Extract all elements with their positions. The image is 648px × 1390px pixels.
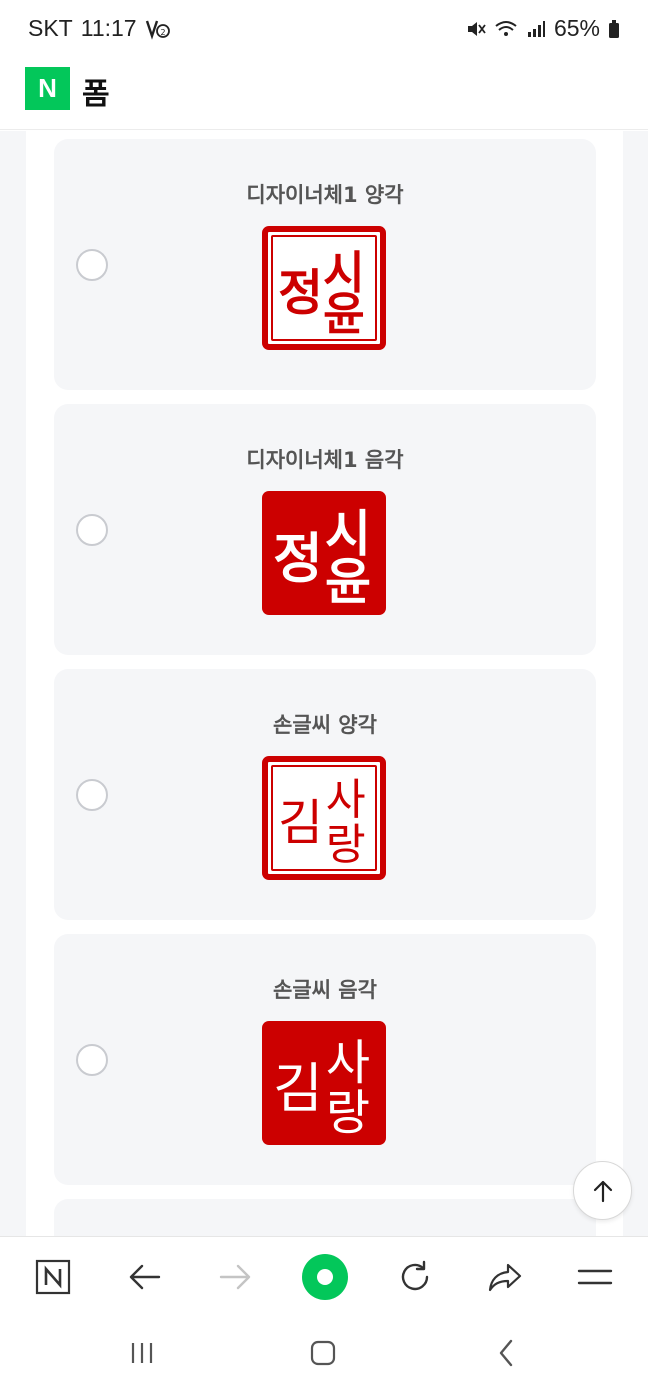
page-title: 폼	[82, 77, 110, 112]
battery-percent: 65%	[553, 15, 600, 41]
signal-icon	[527, 20, 545, 37]
status-right: 65%	[466, 15, 620, 42]
seal-image: 시 윤 정	[262, 491, 386, 615]
seal-char: 김	[273, 1057, 323, 1120]
option-label: 손글씨 양각	[273, 713, 377, 737]
seal-image: 사 랑 김	[262, 1021, 386, 1145]
refresh-icon	[401, 1260, 429, 1291]
seal-image: 시 윤 정	[262, 226, 386, 350]
system-nav-bar	[0, 1316, 648, 1390]
recent-apps-icon	[131, 1343, 153, 1363]
carrier-text: SKT	[28, 15, 73, 41]
form-content[interactable]: 디자이너체1 양각 시 윤 정 디자이너체1 음각 시 윤 정 손글씨 양각 사…	[0, 131, 648, 1236]
recent-apps-button[interactable]	[122, 1336, 162, 1370]
app-header: N 폼	[0, 56, 648, 130]
seal-graphic: 시 윤 정	[278, 246, 365, 341]
seal-char: 시	[323, 246, 365, 299]
arrow-up-icon	[593, 1180, 612, 1202]
naver-n-icon	[35, 1259, 71, 1295]
option-label: 디자이너체1 음각	[246, 448, 404, 472]
home-button[interactable]	[302, 1254, 348, 1300]
home-icon	[302, 1254, 348, 1300]
seal-char: 정	[278, 265, 323, 322]
status-left: SKT 11:17 2	[28, 15, 171, 42]
option-label: 디자이너체1 양각	[246, 183, 404, 207]
mute-icon	[467, 21, 486, 36]
radio-button[interactable]	[76, 779, 108, 811]
back-button[interactable]	[122, 1254, 168, 1300]
share-button[interactable]	[482, 1254, 528, 1300]
seal-image: 사 랑 김	[262, 756, 386, 880]
share-icon	[488, 1263, 522, 1292]
seal-option-partial[interactable]	[54, 1199, 596, 1236]
seal-option-handwriting-yang[interactable]: 손글씨 양각 사 랑 김	[54, 669, 596, 920]
home-icon	[310, 1340, 336, 1366]
scroll-top-button[interactable]	[573, 1161, 632, 1220]
system-home-button[interactable]	[303, 1336, 343, 1370]
battery-icon	[609, 19, 619, 38]
radio-button[interactable]	[76, 514, 108, 546]
back-arrow-icon	[129, 1264, 161, 1290]
volte-icon: 2	[145, 20, 170, 40]
seal-char: 랑	[326, 821, 366, 871]
seal-char: 김	[278, 795, 323, 852]
forward-button[interactable]	[212, 1254, 258, 1300]
seal-char: 랑	[326, 1085, 370, 1141]
form-panel: 디자이너체1 양각 시 윤 정 디자이너체1 음각 시 윤 정 손글씨 양각 사…	[26, 131, 623, 1236]
radio-button[interactable]	[76, 249, 108, 281]
option-label: 손글씨 음각	[273, 978, 377, 1002]
system-back-button[interactable]	[486, 1336, 526, 1370]
seal-option-designer-yang[interactable]: 디자이너체1 양각 시 윤 정	[54, 139, 596, 390]
radio-button[interactable]	[76, 1044, 108, 1076]
seal-char: 윤	[323, 288, 365, 341]
naver-logo[interactable]: N	[25, 67, 70, 110]
seal-option-handwriting-eum[interactable]: 손글씨 음각 사 랑 김	[54, 934, 596, 1185]
seal-graphic: 사 랑 김	[273, 1035, 370, 1141]
seal-graphic: 시 윤 정	[273, 505, 371, 611]
naver-n-button[interactable]	[30, 1254, 76, 1300]
seal-char: 윤	[325, 553, 371, 611]
seal-char: 사	[326, 1035, 370, 1091]
seal-char: 사	[326, 775, 366, 825]
svg-text:2: 2	[160, 28, 165, 37]
back-icon	[499, 1339, 513, 1367]
status-bar: SKT 11:17 2 65%	[0, 0, 648, 56]
seal-graphic: 사 랑 김	[278, 775, 366, 871]
seal-option-designer-eum[interactable]: 디자이너체1 음각 시 윤 정	[54, 404, 596, 655]
clock-text: 11:17	[80, 15, 137, 41]
menu-icon	[577, 1269, 613, 1285]
seal-char: 정	[273, 527, 323, 590]
forward-arrow-icon	[219, 1264, 251, 1290]
menu-button[interactable]	[572, 1254, 618, 1300]
wifi-icon	[495, 20, 517, 36]
browser-toolbar	[0, 1236, 648, 1316]
refresh-button[interactable]	[392, 1254, 438, 1300]
